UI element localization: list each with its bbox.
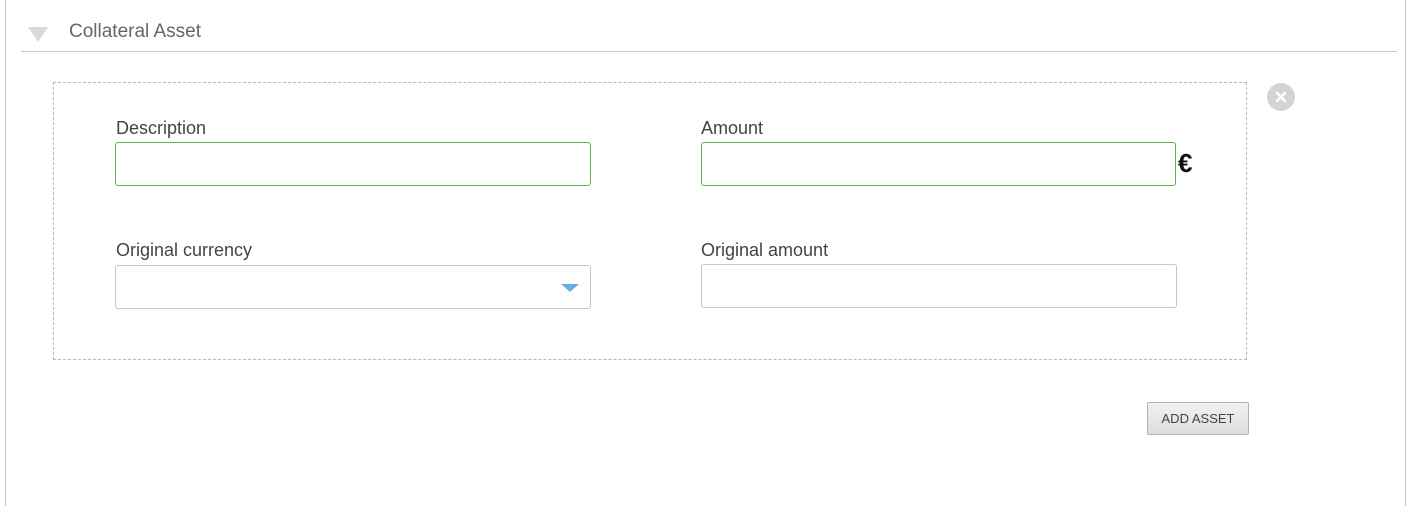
description-input[interactable]	[115, 142, 591, 186]
original-amount-label: Original amount	[701, 240, 829, 260]
triangle-down-icon[interactable]	[28, 27, 48, 42]
asset-entry-box: Description Amount Original currency Ori…	[53, 82, 1247, 360]
amount-label: Amount	[701, 118, 764, 138]
description-label: Description	[116, 118, 207, 138]
chevron-down-icon[interactable]	[561, 284, 579, 292]
collateral-asset-panel: Collateral Asset Description Amount Orig…	[5, 0, 1406, 506]
original-amount-input[interactable]	[701, 264, 1177, 308]
add-asset-button[interactable]: ADD ASSET	[1147, 402, 1249, 435]
original-currency-label: Original currency	[116, 240, 253, 260]
close-circle-icon[interactable]	[1267, 83, 1295, 111]
section-title: Collateral Asset	[69, 21, 202, 42]
currency-symbol: €	[1178, 148, 1193, 178]
amount-input[interactable]	[701, 142, 1176, 186]
original-currency-select[interactable]	[115, 265, 591, 309]
section-header[interactable]: Collateral Asset	[21, 0, 1397, 52]
close-icon	[1275, 91, 1287, 103]
